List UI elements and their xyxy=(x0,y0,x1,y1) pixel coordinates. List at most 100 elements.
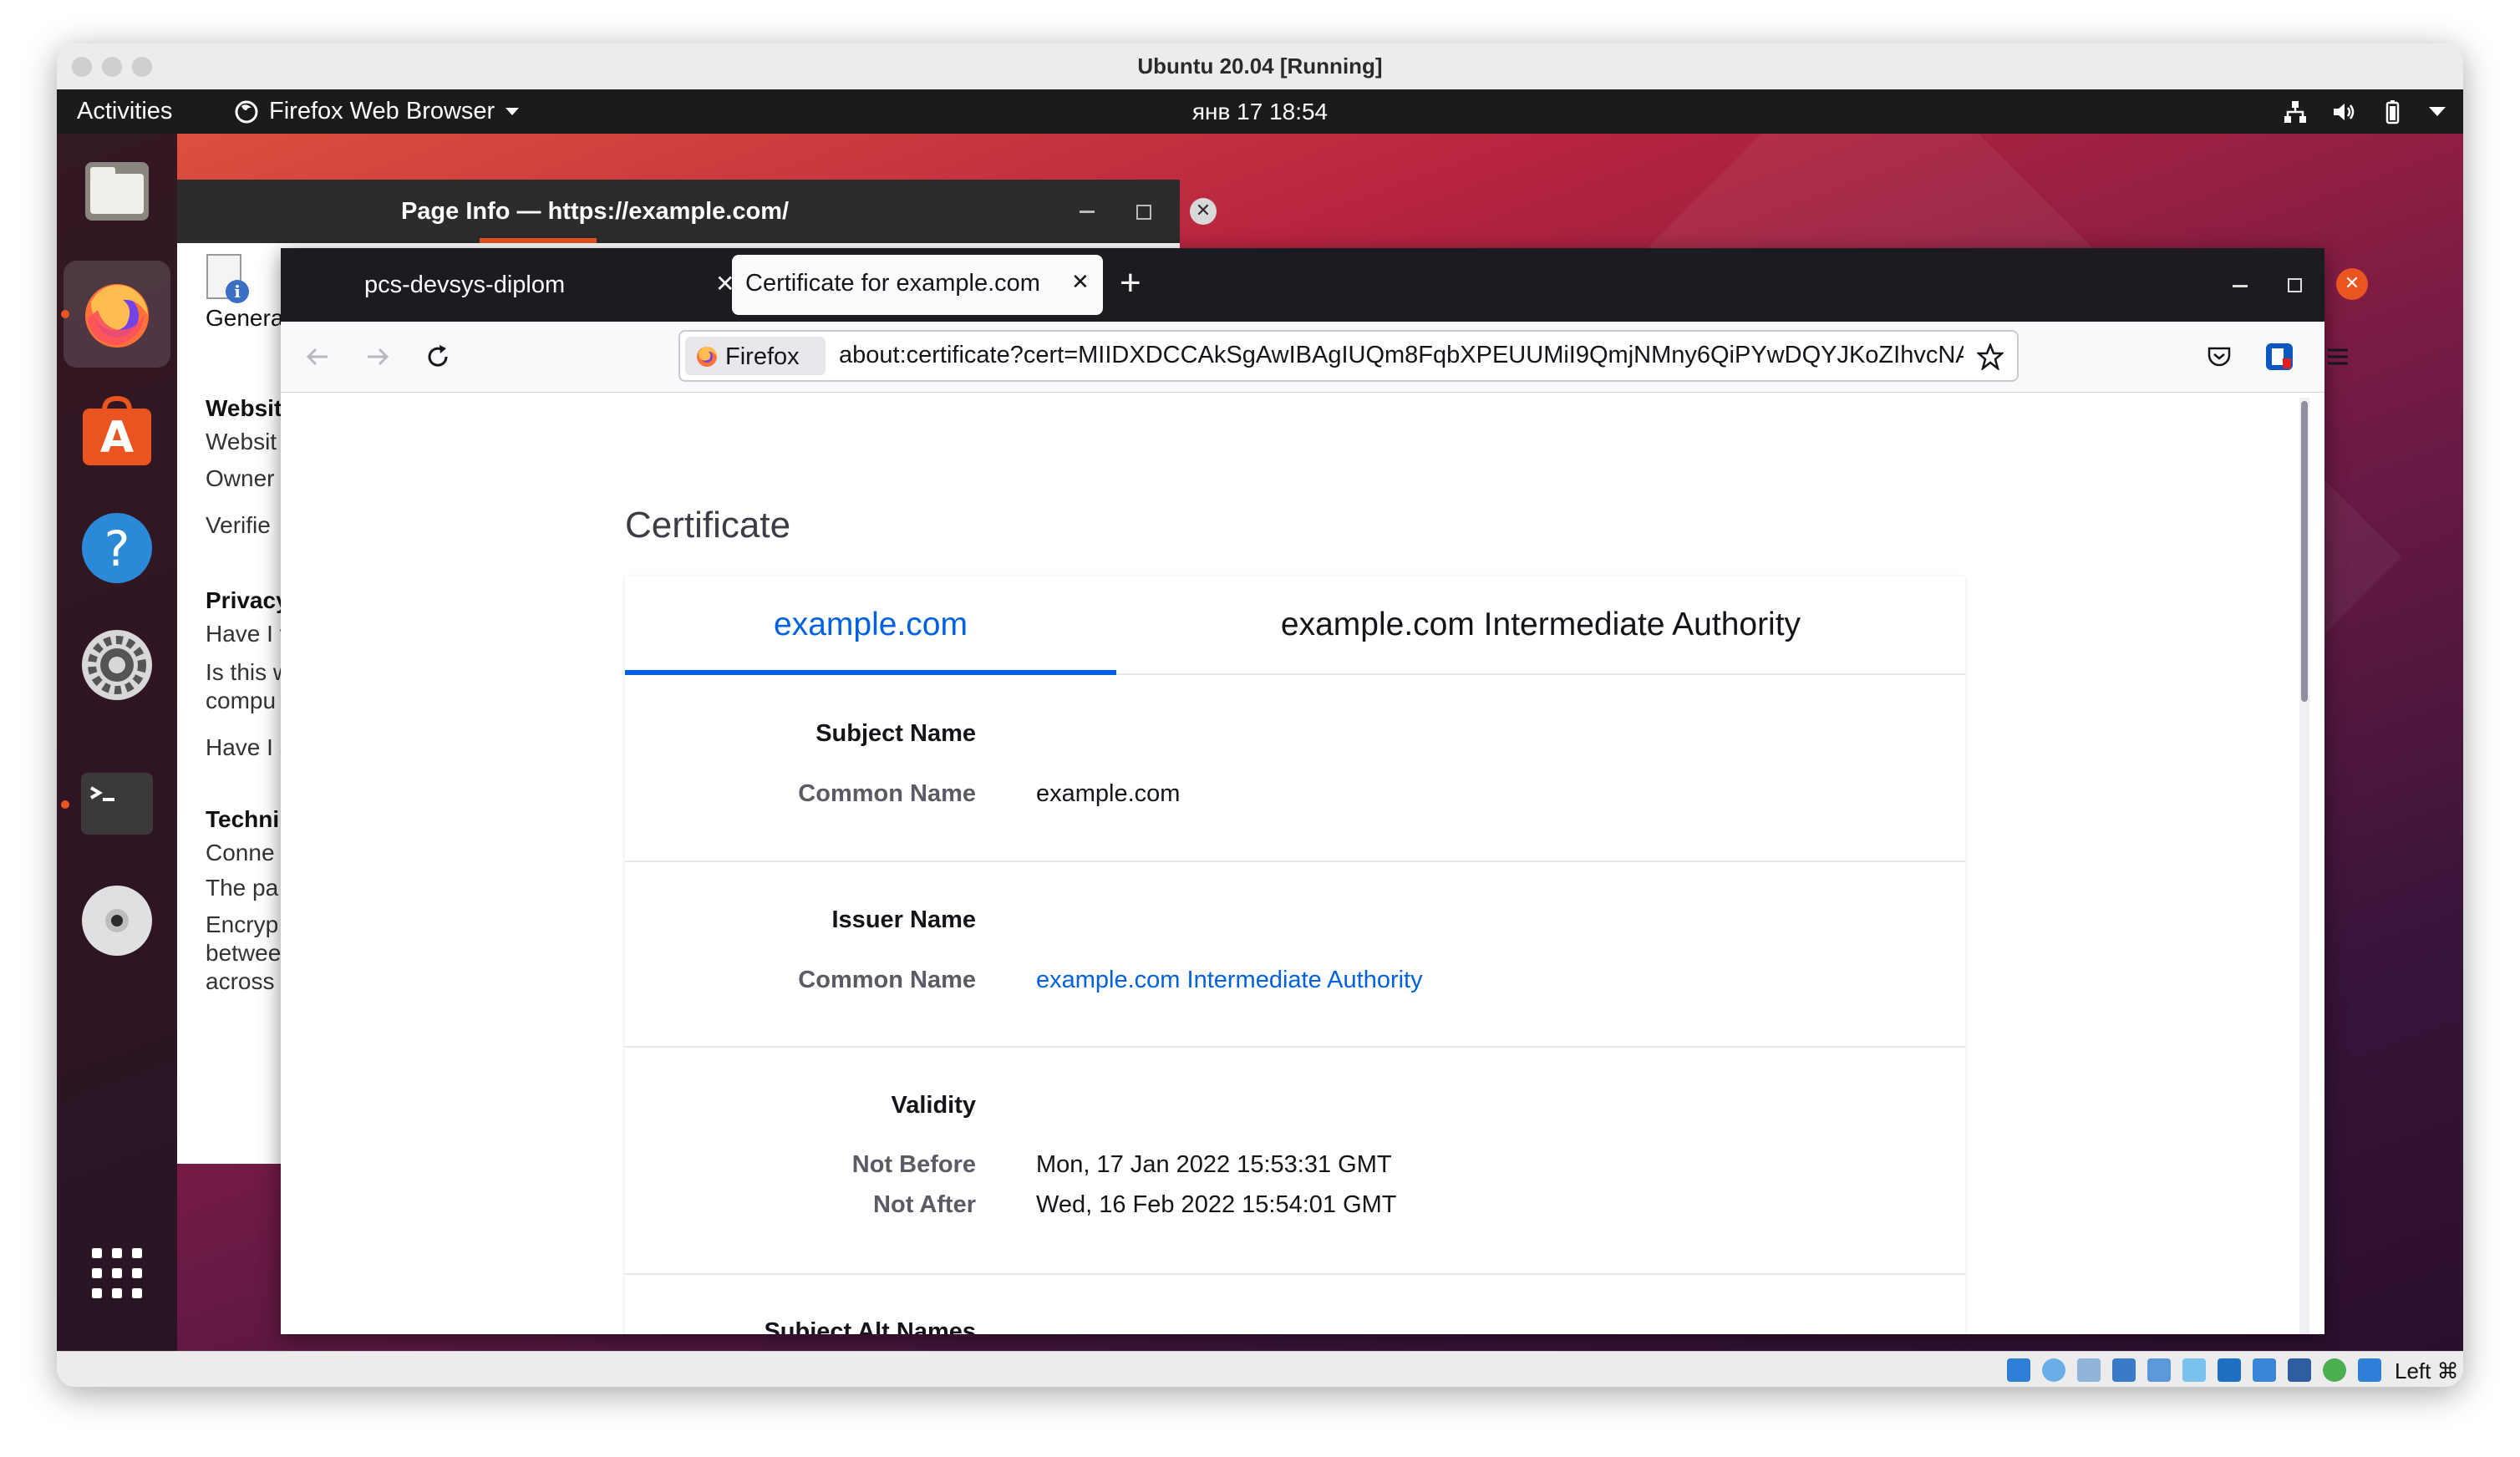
tab-label: Certificate for example.com xyxy=(745,270,1040,297)
display-icon[interactable] xyxy=(2218,1358,2241,1382)
running-indicator xyxy=(61,800,69,809)
network-icon xyxy=(2284,101,2306,123)
dock-disc[interactable] xyxy=(77,881,157,961)
cert-tab-label: example.com xyxy=(774,607,968,642)
cpu-icon[interactable] xyxy=(2288,1358,2311,1382)
info-page-icon: i xyxy=(206,254,249,303)
page-info-line-8: Have I s xyxy=(206,734,292,760)
disc-icon xyxy=(82,886,152,956)
hard-disk-icon[interactable] xyxy=(2007,1358,2030,1382)
guest-screen: Activities Firefox Web Browser янв 17 18… xyxy=(57,89,2463,1351)
close-icon[interactable]: ✕ xyxy=(1190,198,1217,225)
url-bar[interactable]: Firefox about:certificate?cert=MIIDXDCCA… xyxy=(678,330,2019,382)
cert-tab-example-com[interactable]: example.com xyxy=(625,576,1116,675)
section-divider xyxy=(625,1046,1965,1048)
not-before-label: Not Before xyxy=(851,1151,976,1178)
page-info-line-0: Websit xyxy=(206,395,282,421)
settings-icon xyxy=(82,630,152,700)
virtualbox-window: Ubuntu 20.04 [Running] Activities Firefo… xyxy=(57,43,2463,1387)
running-indicator xyxy=(61,310,69,318)
firefox-navbar: Firefox about:certificate?cert=MIIDXDCCA… xyxy=(281,322,2348,393)
dock-firefox[interactable] xyxy=(77,274,157,354)
dock-software[interactable]: A xyxy=(77,391,157,471)
close-icon[interactable]: ✕ xyxy=(2336,268,2368,300)
identity-label: Firefox xyxy=(725,343,800,370)
issuer-cn-link[interactable]: example.com Intermediate Authority xyxy=(1036,967,1423,994)
usb-icon[interactable] xyxy=(2147,1358,2171,1382)
page-info-line-2: Owner xyxy=(206,465,275,491)
audio-icon[interactable] xyxy=(2077,1358,2101,1382)
tab-certificate[interactable]: Certificate for example.com ✕ xyxy=(732,255,1103,315)
subject-cn-label: Common Name xyxy=(798,780,976,807)
app-grid-icon xyxy=(92,1248,142,1298)
minimize-icon[interactable] xyxy=(2233,285,2248,287)
svg-text:i: i xyxy=(234,282,241,302)
cert-tab-intermediate[interactable]: example.com Intermediate Authority xyxy=(1116,576,1965,675)
reload-icon[interactable] xyxy=(424,343,451,370)
certificate-card: example.com example.com Intermediate Aut… xyxy=(625,576,1965,1334)
svg-text:?: ? xyxy=(104,520,130,577)
tab-pcs-devsys-diplom[interactable]: pcs-devsys-diplom ✕ xyxy=(331,258,749,313)
subject-cn-value: example.com xyxy=(1036,780,1181,807)
network-adapter-icon[interactable] xyxy=(2112,1358,2136,1382)
page-info-line-4: Privacy xyxy=(206,587,289,613)
app-menu-button[interactable]: Firefox Web Browser xyxy=(234,89,520,134)
section-divider xyxy=(625,860,1965,862)
activities-button[interactable]: Activities xyxy=(77,89,172,134)
maximize-icon[interactable] xyxy=(2288,278,2302,292)
tab-close-icon[interactable]: ✕ xyxy=(1071,270,1090,295)
dock-help[interactable]: ? xyxy=(77,508,157,588)
active-tab-underline xyxy=(625,670,1116,675)
firefox-identity-icon xyxy=(697,346,717,367)
dock-files[interactable] xyxy=(77,150,157,231)
issuer-name-heading: Issuer Name xyxy=(831,906,977,933)
bookmark-star-icon[interactable] xyxy=(1977,343,2004,370)
app-menu-label: Firefox Web Browser xyxy=(269,98,495,124)
page-info-line-12: Encryp xyxy=(206,911,279,937)
scrollbar-thumb[interactable] xyxy=(2301,401,2308,702)
page-info-line-3: Verifie xyxy=(206,512,271,538)
certificate-page: Certificate example.com example.com Inte… xyxy=(281,393,2324,1334)
not-before-value: Mon, 17 Jan 2022 15:53:31 GMT xyxy=(1036,1151,1392,1178)
maximize-icon[interactable] xyxy=(1136,205,1151,220)
vbox-titlebar: Ubuntu 20.04 [Running] xyxy=(57,43,2463,89)
firefox-tabbar: pcs-devsys-diplom ✕ Certificate for exam… xyxy=(281,248,2368,322)
page-info-line-7: compu xyxy=(206,688,277,713)
identity-box[interactable]: Firefox xyxy=(685,337,826,375)
general-tab[interactable]: General xyxy=(206,305,289,332)
new-tab-button[interactable]: + xyxy=(1120,261,1141,305)
url-text[interactable]: about:certificate?cert=MIIDXDCCAkSgAwIBA… xyxy=(839,342,1964,369)
minimize-icon[interactable] xyxy=(1080,211,1095,213)
tabs-divider xyxy=(1116,673,1965,675)
pocket-icon[interactable] xyxy=(2206,343,2233,370)
subject-name-heading: Subject Name xyxy=(815,720,976,747)
volume-icon xyxy=(2334,104,2355,120)
shared-folders-icon[interactable] xyxy=(2182,1358,2206,1382)
hamburger-menu-icon[interactable] xyxy=(2324,343,2351,370)
forward-arrow-icon[interactable] xyxy=(364,343,391,370)
video-capture-icon[interactable] xyxy=(2253,1358,2276,1382)
mouse-integration-icon[interactable] xyxy=(2323,1358,2346,1382)
dock-settings[interactable] xyxy=(77,625,157,705)
dock-app-grid[interactable] xyxy=(77,1233,157,1313)
dock-terminal[interactable] xyxy=(77,764,157,844)
page-info-line-6: Is this w xyxy=(206,659,291,685)
system-tray[interactable] xyxy=(2283,99,2446,124)
extension-icon[interactable] xyxy=(2264,342,2294,372)
optical-drive-icon[interactable] xyxy=(2042,1358,2065,1382)
back-arrow-icon[interactable] xyxy=(304,343,331,370)
tab-label: pcs-devsys-diplom xyxy=(364,272,566,298)
clock[interactable]: янв 17 18:54 xyxy=(1143,89,1377,134)
page-info-line-11: The pa xyxy=(206,875,279,901)
ubuntu-dock: A ? xyxy=(57,134,177,1351)
page-info-line-10: Conne xyxy=(206,840,275,866)
firefox-icon xyxy=(85,284,149,348)
page-info-title: Page Info — https://example.com/ xyxy=(400,198,790,225)
files-icon xyxy=(85,162,149,221)
not-after-label: Not After xyxy=(873,1191,976,1218)
keyboard-capture-icon[interactable] xyxy=(2358,1358,2381,1382)
page-info-tab-indicator xyxy=(480,238,597,243)
gnome-topbar: Activities Firefox Web Browser янв 17 18… xyxy=(57,89,2463,134)
terminal-icon xyxy=(81,773,153,835)
firefox-window: pcs-devsys-diplom ✕ Certificate for exam… xyxy=(281,248,2368,1334)
